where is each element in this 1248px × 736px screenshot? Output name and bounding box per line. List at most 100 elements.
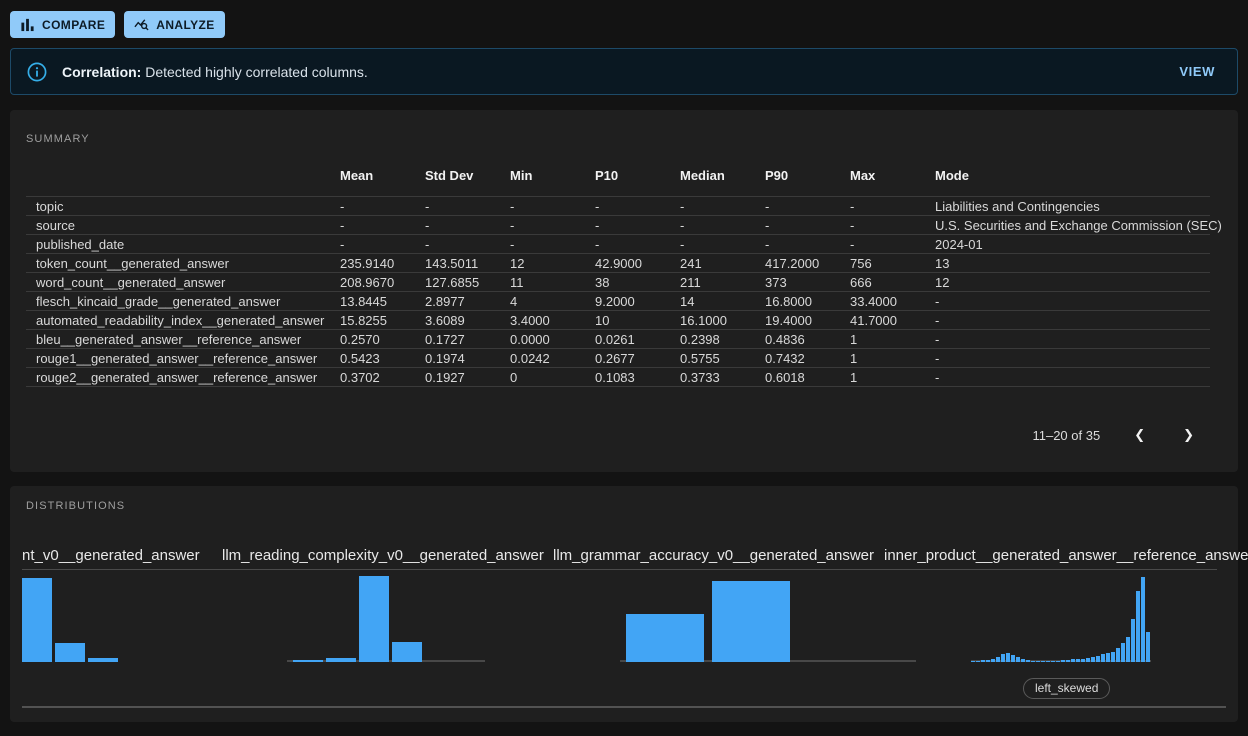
stat-cell: 4	[500, 292, 585, 311]
distributions-panel: DISTRIBUTIONS nt_v0__generated_answerllm…	[10, 486, 1238, 722]
stat-cell: 1	[840, 349, 925, 368]
row-label: automated_readability_index__generated_a…	[26, 311, 330, 330]
histogram-bar	[1016, 657, 1020, 662]
stat-cell: 12	[925, 273, 1210, 292]
pagination: 11–20 of 35 ❮ ❯	[1032, 426, 1198, 445]
column-header: P10	[585, 168, 670, 197]
summary-section-label: SUMMARY	[26, 133, 90, 145]
compare-button-label: COMPARE	[42, 18, 105, 32]
stat-cell: -	[925, 349, 1210, 368]
table-row: bleu__generated_answer__reference_answer…	[26, 330, 1210, 349]
stat-cell: -	[585, 235, 670, 254]
histogram-bar	[1031, 661, 1035, 662]
stat-cell: 13.8445	[330, 292, 415, 311]
distribution-tag[interactable]: left_skewed	[1023, 678, 1110, 699]
histogram-bar	[1081, 659, 1085, 662]
analyze-button[interactable]: ANALYZE	[124, 11, 224, 38]
histogram-bar	[1071, 659, 1075, 662]
row-label: word_count__generated_answer	[26, 273, 330, 292]
row-label: source	[26, 216, 330, 235]
table-row: published_date-------2024-01	[26, 235, 1210, 254]
stat-cell: -	[500, 197, 585, 216]
stat-cell: 9.2000	[585, 292, 670, 311]
stat-cell: 16.1000	[670, 311, 755, 330]
toolbar: COMPARE ANALYZE	[10, 11, 225, 38]
histogram-bar	[1131, 619, 1135, 662]
histogram-bar	[712, 581, 790, 662]
histogram-bar	[1001, 654, 1005, 662]
histogram-bar	[1146, 632, 1150, 662]
histogram-bar	[293, 660, 323, 662]
histogram-bar	[1136, 591, 1140, 662]
row-label: flesch_kincaid_grade__generated_answer	[26, 292, 330, 311]
table-row: topic-------Liabilities and Contingencie…	[26, 197, 1210, 216]
previous-page-button[interactable]: ❮	[1130, 426, 1149, 445]
histogram-bar	[1061, 660, 1065, 662]
stat-cell: 241	[670, 254, 755, 273]
stat-cell: 0	[500, 368, 585, 387]
stat-cell: -	[840, 197, 925, 216]
bar-chart-icon	[20, 17, 35, 32]
query-stats-icon	[134, 17, 149, 32]
horizontal-scrollbar-track[interactable]	[22, 706, 1226, 708]
histogram-bar	[626, 614, 704, 662]
table-row: automated_readability_index__generated_a…	[26, 311, 1210, 330]
stat-cell: -	[840, 216, 925, 235]
histogram-bar	[55, 643, 85, 662]
histogram-bar	[976, 661, 980, 662]
stat-cell: 0.2570	[330, 330, 415, 349]
analyze-button-label: ANALYZE	[156, 18, 214, 32]
histogram-bar	[1101, 654, 1105, 662]
stat-cell: 208.9670	[330, 273, 415, 292]
stat-cell: 3.4000	[500, 311, 585, 330]
table-row: token_count__generated_answer235.9140143…	[26, 254, 1210, 273]
distribution-title-divider	[22, 569, 1217, 570]
stat-cell: 10	[585, 311, 670, 330]
stat-cell: 11	[500, 273, 585, 292]
histogram-bar	[1036, 661, 1040, 662]
histogram-bar	[22, 578, 52, 662]
histogram-bar	[991, 659, 995, 662]
histogram-bar	[359, 576, 389, 662]
column-header: Mean	[330, 168, 415, 197]
stat-cell: -	[500, 235, 585, 254]
row-label: topic	[26, 197, 330, 216]
view-button[interactable]: VIEW	[1173, 63, 1221, 80]
stat-cell: -	[925, 311, 1210, 330]
stat-cell: 2024-01	[925, 235, 1210, 254]
table-row: word_count__generated_answer208.9670127.…	[26, 273, 1210, 292]
stat-cell: 0.1974	[415, 349, 500, 368]
distribution-title: nt_v0__generated_answer	[22, 547, 200, 564]
stat-cell: -	[670, 235, 755, 254]
stat-cell: 0.3702	[330, 368, 415, 387]
stat-cell: -	[755, 197, 840, 216]
table-row: source-------U.S. Securities and Exchang…	[26, 216, 1210, 235]
column-header: Min	[500, 168, 585, 197]
distribution-title: llm_grammar_accuracy_v0__generated_answe…	[553, 547, 874, 564]
histogram-bar	[1051, 661, 1055, 662]
stat-cell: -	[670, 197, 755, 216]
histogram-bar	[1046, 661, 1050, 662]
stat-cell: 0.2677	[585, 349, 670, 368]
histogram-bar	[996, 657, 1000, 662]
stat-cell: 0.6018	[755, 368, 840, 387]
stat-cell: 16.8000	[755, 292, 840, 311]
stat-cell: 2.8977	[415, 292, 500, 311]
histogram-bar	[1096, 656, 1100, 662]
distribution-title: inner_product__generated_answer__referen…	[884, 547, 1248, 564]
stat-cell: 235.9140	[330, 254, 415, 273]
stat-cell: 15.8255	[330, 311, 415, 330]
stat-cell: -	[330, 235, 415, 254]
next-page-button[interactable]: ❯	[1179, 426, 1198, 445]
histogram-bar	[1121, 643, 1125, 662]
histogram-bar	[1111, 652, 1115, 662]
row-label: rouge1__generated_answer__reference_answ…	[26, 349, 330, 368]
histogram-bar	[1086, 658, 1090, 662]
stat-cell: 0.0242	[500, 349, 585, 368]
stat-cell: 0.0000	[500, 330, 585, 349]
correlation-alert: Correlation: Detected highly correlated …	[10, 48, 1238, 95]
compare-button[interactable]: COMPARE	[10, 11, 115, 38]
column-header: Mode	[925, 168, 1210, 197]
column-header: Std Dev	[415, 168, 500, 197]
stat-cell: 0.3733	[670, 368, 755, 387]
